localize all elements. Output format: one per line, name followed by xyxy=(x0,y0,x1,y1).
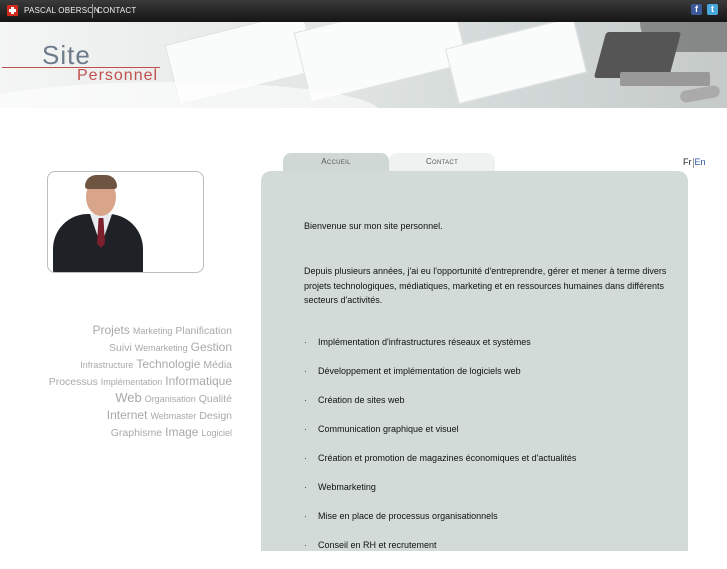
list-item-text: Webmarketing xyxy=(318,482,376,492)
lang-en-link[interactable]: En xyxy=(695,157,706,167)
list-item: · Webmarketing xyxy=(304,482,576,511)
phone-icon xyxy=(679,84,721,104)
tag-cloud-line: Web Organisation Qualité xyxy=(10,390,232,407)
laptop-base xyxy=(620,72,710,86)
site-subtitle: Personnel xyxy=(77,67,159,84)
contact-link[interactable]: CONTACT xyxy=(97,6,136,15)
tag-cloud-item[interactable]: Logiciel xyxy=(201,428,232,438)
tag-cloud-item[interactable]: Graphisme xyxy=(111,427,162,439)
tag-cloud-item[interactable]: Processus xyxy=(49,376,98,388)
tag-cloud-item[interactable]: Projets xyxy=(93,323,130,337)
language-switcher: Fr En xyxy=(683,157,706,168)
welcome-text: Bienvenue sur mon site personnel. xyxy=(304,221,443,231)
tag-cloud-item[interactable]: Planification xyxy=(175,325,232,337)
tag-cloud-item[interactable]: Marketing xyxy=(133,326,173,336)
list-item-text: Création et promotion de magazines écono… xyxy=(318,453,577,463)
list-item: · Conseil en RH et recrutement xyxy=(304,540,576,569)
list-item: · Communication graphique et visuel xyxy=(304,424,576,453)
tag-cloud-item[interactable]: Technologie xyxy=(136,357,200,371)
list-item: · Implémentation d'infrastructures réseau… xyxy=(304,337,576,366)
tag-cloud-item[interactable]: Wemarketing xyxy=(135,343,188,353)
tag-cloud-line: Infrastructure Technologie Média xyxy=(10,356,232,373)
name-link[interactable]: PASCAL OBERSON xyxy=(24,6,100,15)
photo-hair xyxy=(85,175,117,189)
list-item: · Développement et implémentation de logi… xyxy=(304,366,576,395)
banner-paper xyxy=(445,22,587,105)
tag-cloud-item[interactable]: Qualité xyxy=(199,393,232,405)
tag-cloud-item[interactable]: Webmaster xyxy=(150,411,196,421)
services-list: · Implémentation d'infrastructures réseau… xyxy=(304,337,576,569)
twitter-icon[interactable]: t xyxy=(707,4,718,15)
top-bar: PASCAL OBERSON CONTACT f t xyxy=(0,0,727,22)
tab-contact[interactable]: Contact xyxy=(389,153,495,171)
tag-cloud-line: Projets Marketing Planification xyxy=(10,322,233,339)
tag-cloud-item[interactable]: Implémentation xyxy=(101,377,163,387)
list-item-text: Création de sites web xyxy=(318,395,405,405)
top-separator xyxy=(92,4,93,18)
bullet-icon: · xyxy=(304,453,307,463)
content-panel: Bienvenue sur mon site personnel. Depuis… xyxy=(261,171,688,551)
swiss-flag-icon xyxy=(7,5,18,16)
bullet-icon: · xyxy=(304,366,307,376)
tag-cloud-line: Internet Webmaster Design xyxy=(10,407,232,424)
bullet-icon: · xyxy=(304,395,307,405)
tag-cloud-item[interactable]: Suivi xyxy=(109,342,132,354)
tag-cloud-item[interactable]: Infrastructure xyxy=(80,360,133,370)
tag-cloud-line: Suivi Wemarketing Gestion xyxy=(10,339,232,356)
tag-cloud-item[interactable]: Gestion xyxy=(191,340,232,354)
list-item-text: Implémentation d'infrastructures réseaux… xyxy=(318,337,531,347)
list-item-text: Développement et implémentation de logic… xyxy=(318,366,521,376)
lang-fr-link[interactable]: Fr xyxy=(683,157,692,167)
header-banner: Site Personnel xyxy=(0,22,727,108)
tab-accueil[interactable]: Accueil xyxy=(283,153,389,171)
tag-cloud-line: Processus Implémentation Informatique xyxy=(10,373,232,390)
facebook-icon[interactable]: f xyxy=(691,4,702,15)
tag-cloud-item[interactable]: Web xyxy=(115,390,142,405)
tag-cloud-item[interactable]: Internet xyxy=(107,408,148,422)
bullet-icon: · xyxy=(304,337,307,347)
bullet-icon: · xyxy=(304,511,307,521)
tag-cloud-item[interactable]: Image xyxy=(165,425,198,439)
tag-cloud-item[interactable]: Organisation xyxy=(145,394,196,404)
tag-cloud: Projets Marketing Planification Suivi Wemark… xyxy=(10,322,232,441)
list-item: · Mise en place de processus organisation… xyxy=(304,511,576,540)
list-item-text: Conseil en RH et recrutement xyxy=(318,540,437,550)
intro-text: Depuis plusieurs années, j'ai eu l'oppor… xyxy=(304,266,667,305)
tag-cloud-item[interactable]: Informatique xyxy=(165,374,232,388)
list-item-text: Mise en place de processus organisationn… xyxy=(318,511,498,521)
tag-cloud-line: Graphisme Image Logiciel xyxy=(10,424,232,441)
profile-photo xyxy=(47,171,204,273)
bullet-icon: · xyxy=(304,424,307,434)
bullet-icon: · xyxy=(304,482,307,492)
list-item: · Création de sites web xyxy=(304,395,576,424)
bullet-icon: · xyxy=(304,540,307,550)
tag-cloud-item[interactable]: Design xyxy=(199,410,232,422)
list-item-text: Communication graphique et visuel xyxy=(318,424,459,434)
list-item: · Création et promotion de magazines écon… xyxy=(304,453,576,482)
lang-separator xyxy=(692,157,694,168)
tag-cloud-item[interactable]: Média xyxy=(203,359,232,371)
